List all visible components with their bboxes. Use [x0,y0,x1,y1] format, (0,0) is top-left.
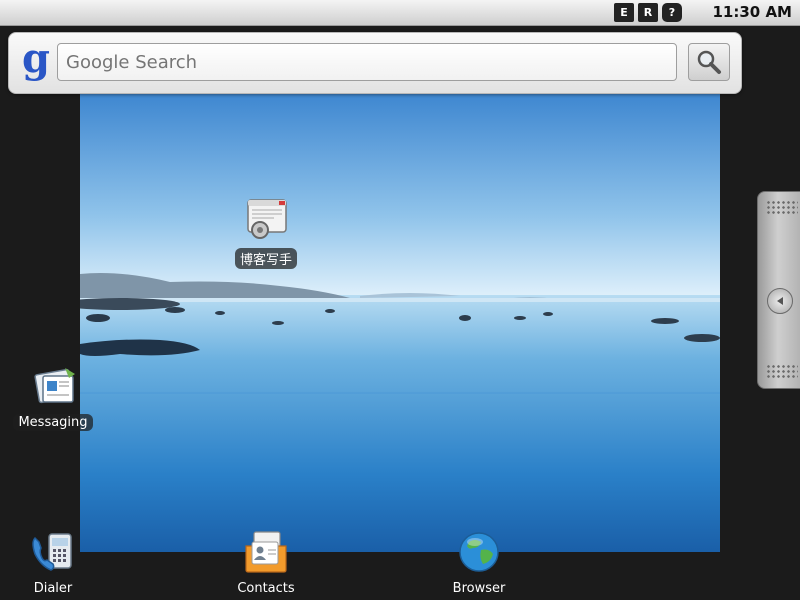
search-input[interactable] [57,43,677,81]
app-messaging[interactable]: Messaging [0,362,108,431]
clock: 11:30 AM [712,3,792,21]
status-bar: E R ? 11:30 AM [0,0,800,26]
grip-bottom [766,364,798,378]
phone-icon [32,533,72,571]
app-dialer[interactable]: Dialer [0,528,108,597]
search-button[interactable] [688,43,730,81]
browser-label: Browser [452,581,506,596]
contacts-icon [245,531,287,573]
help-icon: ? [662,3,682,22]
grip-top [766,200,798,214]
dialer-label: Dialer [33,581,73,596]
shortcut-label: 博客写手 [234,248,297,269]
lake-wallpaper-image [80,92,720,552]
shortcut-blog-writer[interactable]: 博客写手 [211,196,321,269]
messaging-label: Messaging [13,414,93,431]
magnifier-icon [697,50,721,74]
window-gear-icon [247,199,287,239]
messaging-icon [34,368,75,404]
app-drawer-handle[interactable] [757,191,800,389]
contacts-label: Contacts [237,581,295,596]
chevron-left-icon [767,288,793,314]
google-search-widget: g [8,32,742,94]
google-logo-icon: g [22,35,50,82]
app-browser[interactable]: Browser [424,528,534,597]
status-icons: E R ? [614,3,682,22]
globe-icon [459,532,499,572]
edge-data-icon: E [614,3,634,22]
roaming-signal-icon: R [638,3,658,22]
wallpaper [80,92,720,552]
app-contacts[interactable]: Contacts [211,528,321,597]
